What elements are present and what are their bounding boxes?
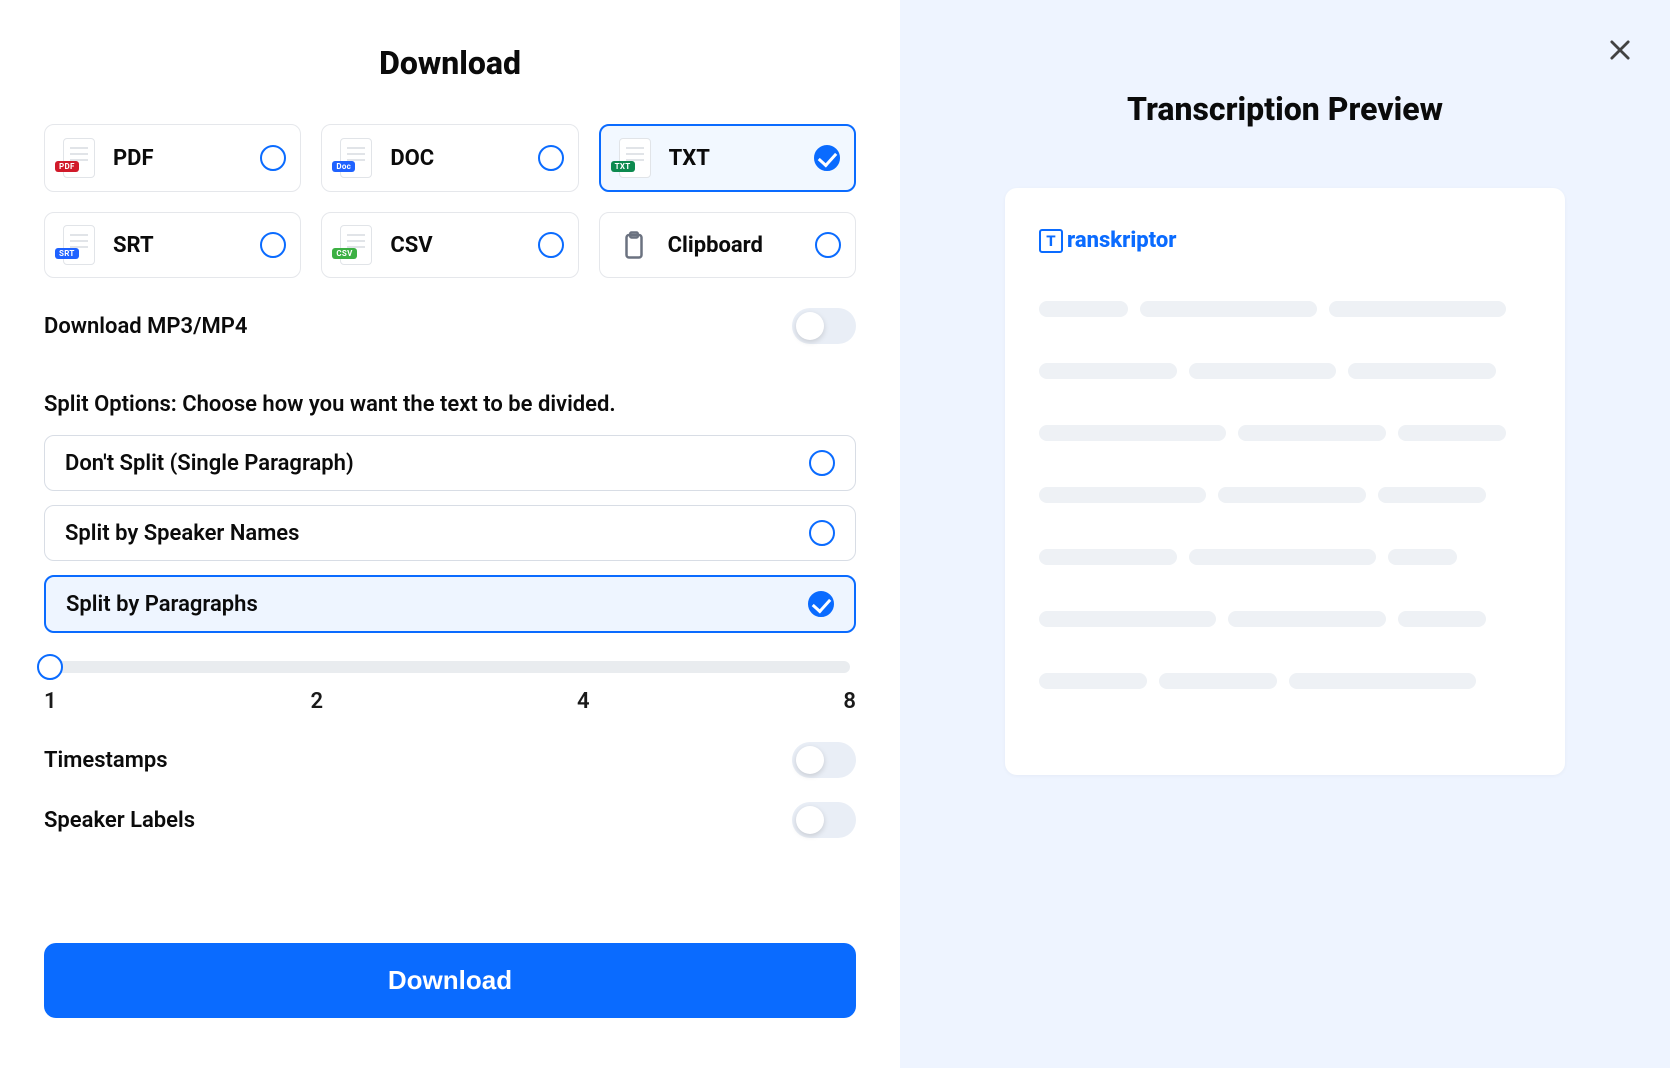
placeholder-line bbox=[1159, 673, 1277, 689]
format-option-srt[interactable]: SRT SRT bbox=[44, 212, 301, 278]
timestamps-row: Timestamps bbox=[44, 742, 856, 778]
format-radio[interactable] bbox=[814, 145, 840, 171]
file-icon: PDF bbox=[59, 138, 99, 178]
paragraph-slider[interactable] bbox=[50, 661, 850, 673]
mp3mp4-label: Download MP3/MP4 bbox=[44, 314, 247, 339]
speaker-labels-toggle[interactable] bbox=[792, 802, 856, 838]
mp3mp4-row: Download MP3/MP4 bbox=[44, 308, 856, 344]
brand-logo-icon: T bbox=[1039, 229, 1063, 253]
slider-ticks: 1 2 4 8 bbox=[44, 683, 856, 714]
brand-text: ranskriptor bbox=[1067, 228, 1176, 253]
format-label: SRT bbox=[113, 233, 246, 258]
placeholder-line bbox=[1039, 673, 1147, 689]
placeholder-line bbox=[1398, 611, 1487, 627]
preview-panel: Transcription Preview Transkriptor bbox=[900, 0, 1670, 1068]
brand-logo: Transkriptor bbox=[1039, 228, 1531, 253]
format-label: TXT bbox=[669, 146, 800, 171]
format-option-pdf[interactable]: PDF PDF bbox=[44, 124, 301, 192]
speakers-row: Speaker Labels bbox=[44, 802, 856, 838]
format-label: Clipboard bbox=[668, 233, 801, 258]
placeholder-line bbox=[1189, 549, 1376, 565]
format-option-csv[interactable]: CSV CSV bbox=[321, 212, 578, 278]
timestamps-label: Timestamps bbox=[44, 748, 168, 773]
split-option-none[interactable]: Don't Split (Single Paragraph) bbox=[44, 435, 856, 491]
file-icon: Doc bbox=[336, 138, 376, 178]
split-radio[interactable] bbox=[809, 450, 835, 476]
split-option-para[interactable]: Split by Paragraphs bbox=[44, 575, 856, 633]
format-radio[interactable] bbox=[538, 145, 564, 171]
split-options-list: Don't Split (Single Paragraph) Split by S… bbox=[44, 435, 856, 633]
format-grid: PDF PDF Doc DOC TXT TXT SRT SRT CSV CSV Clipboard bbox=[44, 124, 856, 278]
placeholder-line bbox=[1228, 611, 1385, 627]
placeholder-line bbox=[1039, 487, 1206, 503]
download-button[interactable]: Download bbox=[44, 943, 856, 1018]
placeholder-line bbox=[1378, 487, 1486, 503]
format-option-clipboard[interactable]: Clipboard bbox=[599, 212, 856, 278]
mp3mp4-toggle[interactable] bbox=[792, 308, 856, 344]
slider-tick: 1 bbox=[44, 689, 57, 714]
placeholder-line bbox=[1039, 301, 1128, 317]
close-icon[interactable] bbox=[1606, 36, 1634, 64]
slider-tick: 8 bbox=[843, 689, 856, 714]
format-option-doc[interactable]: Doc DOC bbox=[321, 124, 578, 192]
slider-tick: 2 bbox=[310, 689, 323, 714]
format-radio[interactable] bbox=[260, 232, 286, 258]
placeholder-line bbox=[1218, 487, 1366, 503]
format-radio[interactable] bbox=[538, 232, 564, 258]
split-radio[interactable] bbox=[808, 591, 834, 617]
format-label: PDF bbox=[113, 146, 246, 171]
placeholder-line bbox=[1348, 363, 1496, 379]
preview-card: Transkriptor bbox=[1005, 188, 1565, 775]
download-panel: Download PDFPDFDocDOCTXTTXTSRTSRTCSVCSVC… bbox=[0, 0, 900, 1068]
preview-title: Transcription Preview bbox=[1127, 90, 1443, 128]
split-section-label: Split Options: Choose how you want the t… bbox=[44, 392, 856, 417]
format-radio[interactable] bbox=[260, 145, 286, 171]
format-option-txt[interactable]: TXT TXT bbox=[599, 124, 856, 192]
placeholder-line bbox=[1039, 363, 1177, 379]
file-icon: SRT bbox=[59, 225, 99, 265]
download-title: Download bbox=[44, 44, 856, 82]
file-icon: TXT bbox=[615, 138, 655, 178]
placeholder-line bbox=[1329, 301, 1506, 317]
speakers-label: Speaker Labels bbox=[44, 808, 195, 833]
placeholder-line bbox=[1398, 425, 1506, 441]
placeholder-content bbox=[1039, 301, 1531, 689]
split-option-label: Split by Speaker Names bbox=[65, 521, 299, 546]
slider-thumb[interactable] bbox=[37, 654, 63, 680]
placeholder-line bbox=[1140, 301, 1317, 317]
timestamps-toggle[interactable] bbox=[792, 742, 856, 778]
slider-tick: 4 bbox=[577, 689, 590, 714]
placeholder-line bbox=[1039, 425, 1226, 441]
placeholder-line bbox=[1388, 549, 1457, 565]
placeholder-line bbox=[1189, 363, 1337, 379]
placeholder-line bbox=[1039, 549, 1177, 565]
file-icon: CSV bbox=[336, 225, 376, 265]
placeholder-line bbox=[1039, 611, 1216, 627]
format-label: CSV bbox=[390, 233, 523, 258]
format-label: DOC bbox=[390, 146, 523, 171]
split-option-label: Split by Paragraphs bbox=[66, 592, 258, 617]
format-radio[interactable] bbox=[815, 232, 841, 258]
clipboard-icon bbox=[614, 225, 654, 265]
split-option-speaker[interactable]: Split by Speaker Names bbox=[44, 505, 856, 561]
split-option-label: Don't Split (Single Paragraph) bbox=[65, 451, 354, 476]
placeholder-line bbox=[1238, 425, 1386, 441]
split-radio[interactable] bbox=[809, 520, 835, 546]
placeholder-line bbox=[1289, 673, 1476, 689]
